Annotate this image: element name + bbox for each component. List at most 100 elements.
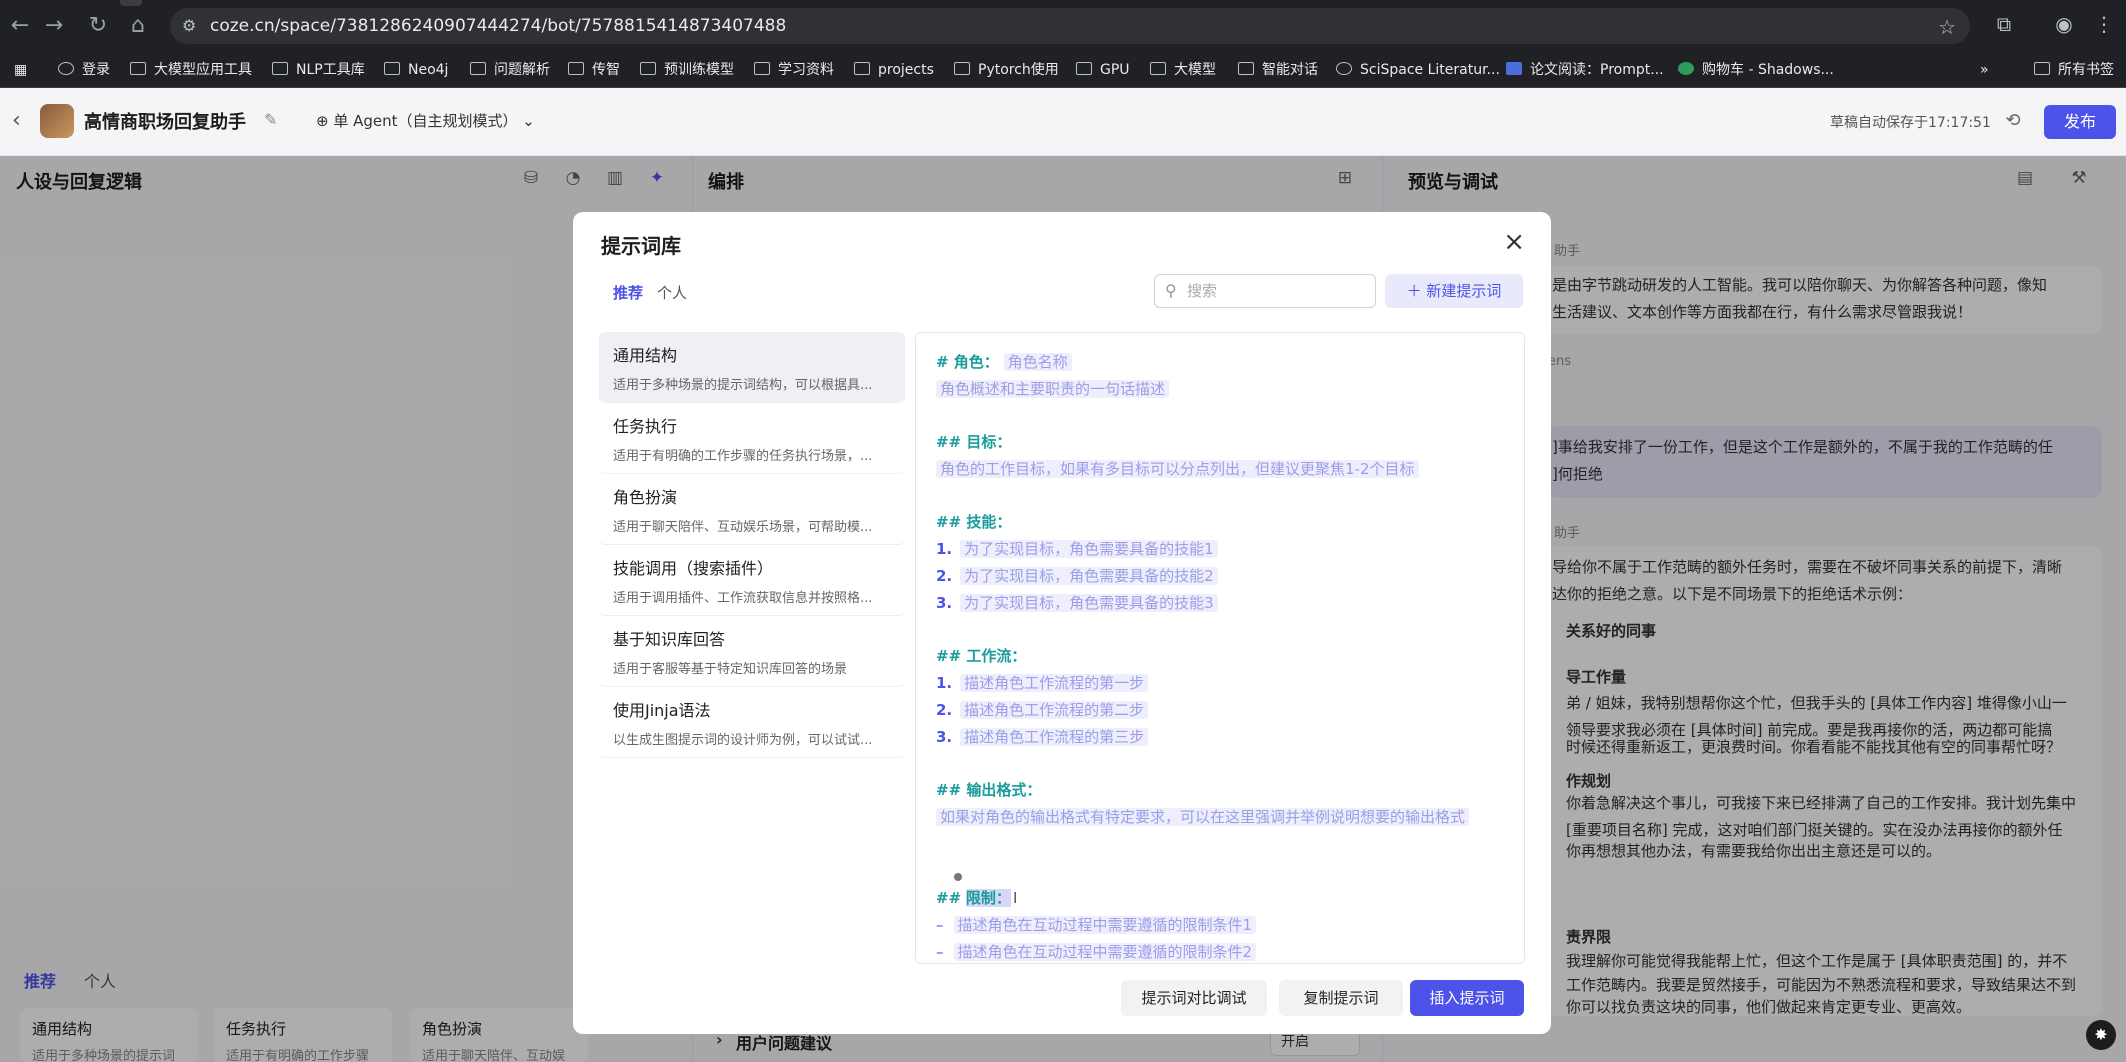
back-arrow-icon[interactable]: ‹	[12, 108, 21, 133]
category-item[interactable]: 技能调用（搜索插件） 适用于调用插件、工作流获取信息并按照格...	[599, 545, 905, 616]
autosave-status: 草稿自动保存于17:17:51	[1830, 115, 1991, 131]
tab-personal[interactable]: 个人	[657, 282, 687, 303]
category-item[interactable]: 基于知识库回答 适用于客服等基于特定知识库回答的场景	[599, 616, 905, 687]
bookmark-item[interactable]: SciSpace Literatur...	[1336, 60, 1500, 80]
close-icon[interactable]: ×	[1503, 228, 1525, 256]
category-item[interactable]: 角色扮演 适用于聊天陪伴、互动娱乐场景，可帮助模...	[599, 474, 905, 545]
category-item[interactable]: 通用结构 适用于多种场景的提示词结构，可以根据具...	[599, 332, 905, 403]
editor-line: 2. 描述角色工作流程的第二步	[936, 699, 1149, 721]
bookmark-item[interactable]: 论文阅读：Prompt...	[1506, 60, 1664, 80]
folder-icon	[568, 62, 584, 75]
editor-line: 1. 为了实现目标，角色需要具备的技能1	[936, 538, 1218, 560]
bot-name: 高情商职场回复助手	[84, 112, 246, 133]
bookmark-item[interactable]: Neo4j	[384, 60, 448, 80]
compare-debug-button[interactable]: 提示词对比调试	[1121, 980, 1267, 1016]
editor-line: 3. 描述角色工作流程的第三步	[936, 726, 1149, 748]
bookmark-item[interactable]: projects	[854, 60, 934, 80]
editor-line: – 描述角色在互动过程中需要遵循的限制条件1	[936, 914, 1257, 936]
all-bookmarks[interactable]: 所有书签	[2034, 60, 2114, 80]
category-item[interactable]: 任务执行 适用于有明确的工作步骤的任务执行场景，...	[599, 403, 905, 474]
insert-prompt-button[interactable]: 插入提示词	[1410, 980, 1524, 1016]
site-info-icon[interactable]: ⚙	[182, 16, 202, 36]
back-icon[interactable]: ←	[6, 12, 34, 40]
extensions-icon[interactable]: ⧉	[1990, 12, 2018, 36]
agent-icon: ⊕	[316, 112, 334, 130]
shadows-icon	[1678, 62, 1694, 75]
text-cursor-icon: I	[1012, 889, 1018, 907]
bookmark-item[interactable]: 大模型	[1150, 60, 1216, 80]
bookmark-item[interactable]: 登录	[58, 60, 110, 80]
editor-line: 3. 为了实现目标，角色需要具备的技能3	[936, 592, 1218, 614]
search-box[interactable]: ⚲	[1154, 274, 1376, 308]
editor-heading: ## 目标：	[936, 433, 1012, 451]
new-prompt-button[interactable]: ＋ 新建提示词	[1385, 274, 1523, 308]
plus-icon: ＋	[1406, 282, 1427, 300]
bookmark-item[interactable]: 学习资料	[754, 60, 834, 80]
editor-line: # 角色： 角色名称	[936, 351, 1072, 373]
profile-icon[interactable]: ◉	[2050, 12, 2078, 36]
folder-icon	[640, 62, 656, 75]
editor-line: 角色的工作目标，如果有多目标可以分点列出，但建议更聚焦1-2个目标	[936, 458, 1419, 480]
browser-toolbar: ← → ↻ ⌂ ⚙ coze.cn/space/7381286240907444…	[0, 0, 2126, 52]
editor-line: 角色概述和主要职责的一句话描述	[936, 378, 1170, 400]
bookmark-item[interactable]: GPU	[1076, 60, 1130, 80]
bookmark-item[interactable]: 智能对话	[1238, 60, 1318, 80]
folder-icon	[754, 62, 770, 75]
scispace-icon	[1336, 62, 1352, 75]
url-text: coze.cn/space/7381286240907444274/bot/75…	[210, 16, 787, 36]
chevron-down-icon: ⌄	[517, 112, 535, 130]
folder-icon	[130, 62, 146, 75]
bookmark-star-icon[interactable]: ☆	[1938, 15, 1956, 39]
history-icon[interactable]: ⟲	[1998, 106, 2028, 136]
modal-title: 提示词库	[601, 234, 681, 258]
folder-icon	[384, 62, 400, 75]
selected-text: 限制：	[965, 889, 1011, 907]
folder-icon	[272, 62, 288, 75]
editor-line: ## 限制： I	[936, 889, 1018, 907]
zhihu-icon	[1506, 62, 1522, 75]
address-bar[interactable]: ⚙ coze.cn/space/7381286240907444274/bot/…	[170, 8, 1970, 44]
assistant-bot-icon[interactable]: ✸	[2086, 1020, 2116, 1050]
category-list: 通用结构 适用于多种场景的提示词结构，可以根据具... 任务执行 适用于有明确的工作…	[599, 332, 905, 758]
globe-icon	[58, 62, 74, 75]
publish-button[interactable]: 发布	[2044, 105, 2116, 139]
bookmark-item[interactable]: Pytorch使用	[954, 60, 1059, 80]
menu-icon[interactable]: ⋮	[2090, 12, 2118, 36]
forward-icon[interactable]: →	[40, 12, 68, 40]
prompt-library-modal: 提示词库 × 推荐 个人 ⚲ ＋ 新建提示词 通用结构适用于多种场景的提示词结构…	[573, 212, 1551, 1034]
folder-icon	[1076, 62, 1092, 75]
search-icon: ⚲	[1165, 281, 1177, 300]
folder-icon	[1238, 62, 1254, 75]
prompt-editor[interactable]: # 角色： 角色名称 角色概述和主要职责的一句话描述 ## 目标： 角色的工作目…	[915, 332, 1525, 964]
bookmark-item[interactable]: 大模型应用工具	[130, 60, 252, 80]
editor-heading: ## 工作流：	[936, 647, 1027, 665]
bookmark-item[interactable]: 问题解析	[470, 60, 550, 80]
bot-avatar[interactable]	[40, 104, 74, 138]
bookmark-item[interactable]: NLP工具库	[272, 60, 365, 80]
copy-prompt-button[interactable]: 复制提示词	[1279, 980, 1403, 1016]
bookmark-item[interactable]: 预训练模型	[640, 60, 734, 80]
bookmark-item[interactable]: 传智	[568, 60, 620, 80]
agent-mode-select[interactable]: ⊕ 单 Agent（自主规划模式） ⌄	[306, 106, 545, 136]
folder-icon	[2034, 62, 2050, 75]
browser-tab[interactable]	[120, 0, 142, 6]
home-icon[interactable]: ⌂	[124, 12, 152, 40]
cursor-dot	[954, 873, 962, 881]
apps-icon[interactable]: ▦	[14, 60, 27, 80]
editor-line: – 描述角色在互动过程中需要遵循的限制条件2	[936, 941, 1257, 963]
editor-heading: ## 输出格式：	[936, 781, 1042, 799]
bookmarks-bar: ▦ 登录 大模型应用工具 NLP工具库 Neo4j 问题解析 传智 预训练模型 …	[0, 52, 2126, 88]
reload-icon[interactable]: ↻	[84, 12, 112, 40]
editor-line: 如果对角色的输出格式有特定要求，可以在这里强调并举例说明想要的输出格式	[936, 806, 1470, 828]
app-header: ‹ 高情商职场回复助手 ✎ ⊕ 单 Agent（自主规划模式） ⌄ 草稿自动保存…	[0, 88, 2126, 156]
editor-line: 1. 描述角色工作流程的第一步	[936, 672, 1149, 694]
more-bookmarks-icon[interactable]: »	[1980, 60, 1989, 80]
editor-heading: ## 技能：	[936, 513, 1012, 531]
search-input[interactable]	[1187, 281, 1367, 301]
category-item[interactable]: 使用Jinja语法 以生成生图提示词的设计师为例，可以试试...	[599, 687, 905, 758]
folder-icon	[954, 62, 970, 75]
bookmark-item[interactable]: 购物车 - Shadows...	[1678, 60, 1834, 80]
edit-icon[interactable]: ✎	[264, 110, 277, 129]
tab-recommend[interactable]: 推荐	[613, 282, 643, 303]
editor-line: 2. 为了实现目标，角色需要具备的技能2	[936, 565, 1218, 587]
